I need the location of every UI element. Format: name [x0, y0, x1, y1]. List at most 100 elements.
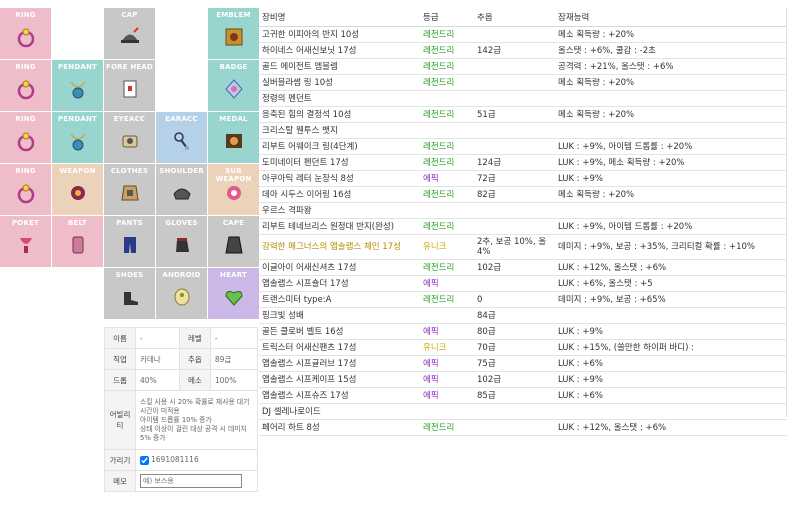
- item-star-force: [474, 403, 555, 420]
- equip-slot-android[interactable]: ANDROID: [156, 268, 208, 320]
- equip-slot-pendant[interactable]: PENDANT: [52, 60, 104, 112]
- equip-slot-gloves[interactable]: GLOVES: [156, 216, 208, 268]
- equip-slot-label: PENDANT: [57, 63, 98, 71]
- hide-checkbox[interactable]: [140, 455, 149, 465]
- ring-icon: [17, 28, 35, 48]
- item-row: 앱솔랩스 시프슈즈 17성 에픽 85급 LUK : +6%: [259, 387, 787, 404]
- equip-slot-shoes[interactable]: SHOES: [104, 268, 156, 320]
- sub-weapon-icon: [227, 186, 241, 200]
- memo-key: 메모: [104, 470, 136, 492]
- equip-slot-clothes[interactable]: CLOTHES: [104, 164, 156, 216]
- item-row: 골든 클로버 벨트 16성 에픽 80급 LUK : +9%: [259, 323, 787, 340]
- item-grade: 에픽: [420, 371, 474, 388]
- equip-slot-label: EMBLEM: [216, 11, 251, 19]
- pants-icon: [124, 237, 136, 253]
- equip-slot-label: GLOVES: [165, 219, 198, 227]
- item-star-force: 142급: [474, 42, 555, 59]
- memo-input[interactable]: [140, 474, 242, 488]
- item-name: 골드 에이전트 엠블렘: [259, 58, 420, 75]
- item-grade: 레전드리: [420, 218, 474, 235]
- item-potential: 올스탯 : +6%, 쿨감 : -2초: [555, 42, 787, 59]
- item-grade: [420, 90, 474, 107]
- eye-accessory-icon: [122, 135, 138, 148]
- item-name: 앱솔랩스 시프글러브 17성: [259, 355, 420, 372]
- item-potential: LUK : +6%, 올스탯 : +5: [555, 275, 787, 292]
- equip-slot-ring[interactable]: RING: [0, 164, 52, 216]
- equip-slot-badge[interactable]: BADGE: [208, 60, 260, 112]
- equip-slot-pants[interactable]: PANTS: [104, 216, 156, 268]
- item-name: 실버블라썸 링 10성: [259, 74, 420, 91]
- name-value: -: [135, 327, 180, 349]
- equip-slot-fore-head[interactable]: FORE HEAD: [104, 60, 156, 112]
- item-star-force: 102급: [474, 259, 555, 276]
- item-star-force: [474, 74, 555, 91]
- equip-slot-earacc[interactable]: EARACC: [156, 112, 208, 164]
- equip-slot-label: EARACC: [165, 115, 198, 123]
- belt-icon: [72, 236, 84, 254]
- item-table-header: 장비명 등급 추옵 잠재능력: [259, 8, 787, 27]
- hide-key: 가리기: [104, 449, 136, 471]
- equip-slot-label: MEDAL: [219, 115, 248, 123]
- item-grade: 유니크: [420, 339, 474, 356]
- item-grade: 에픽: [420, 275, 474, 292]
- item-potential: LUK : +12%, 올스탯 : +6%: [555, 259, 787, 276]
- equip-slot-label: RING: [15, 11, 36, 19]
- col-potential: 잠재능력: [555, 8, 787, 27]
- job-key: 직업: [104, 348, 136, 370]
- shoes-icon: [124, 292, 138, 305]
- item-name: 리부트 어웨이크 링(4단계): [259, 138, 420, 155]
- item-potential: 데미지 : +9%, 보공 : +35%, 크리티컬 확률 : +10%: [555, 234, 787, 260]
- equip-slot-weapon[interactable]: WEAPON: [52, 164, 104, 216]
- cape-icon: [225, 236, 243, 254]
- item-star-force: [474, 275, 555, 292]
- pendant-icon: [70, 81, 86, 99]
- pendant-icon: [70, 133, 86, 151]
- item-name: DJ 셀레나로이드: [259, 403, 420, 420]
- equip-slot-emblem[interactable]: EMBLEM: [208, 8, 260, 60]
- equip-slot-sub-weapon[interactable]: SUB WEAPON: [208, 164, 260, 216]
- equip-slot-shoulder[interactable]: SHOULDER: [156, 164, 208, 216]
- item-name: 앱솔랩스 시프케이프 15성: [259, 371, 420, 388]
- item-name: 우르스 격파왕: [259, 202, 420, 219]
- job-value: 카데나: [135, 348, 180, 370]
- ability-line: 상태 이상이 걸린 대상 공격 시 데미지 5% 증가: [140, 424, 247, 442]
- equip-slot-eyeacc[interactable]: EYEACC: [104, 112, 156, 164]
- item-potential: [555, 307, 787, 324]
- item-potential: [555, 403, 787, 420]
- ability-value: 스킬 사용 시 20% 확률로 재사용 대기시간이 미적용 아이템 드롭률 10…: [135, 390, 258, 450]
- heart-icon: [225, 291, 243, 306]
- equip-slot-ring[interactable]: RING: [0, 60, 52, 112]
- item-star-force: 82급: [474, 186, 555, 203]
- col-item-name: 장비명: [259, 8, 420, 27]
- equip-slot-cap[interactable]: CAP: [104, 8, 156, 60]
- item-grade: 레전드리: [420, 154, 474, 171]
- item-grade: 레전드리: [420, 291, 474, 308]
- equip-slot-label: RING: [15, 167, 36, 175]
- equip-slot-cape[interactable]: CAPE: [208, 216, 260, 268]
- item-grade: 레전드리: [420, 58, 474, 75]
- equip-slot-ring[interactable]: RING: [0, 8, 52, 60]
- equip-slot-belt[interactable]: BELT: [52, 216, 104, 268]
- item-potential: 메소 획득량 : +20%: [555, 106, 787, 123]
- item-row: 리부트 어웨이크 링(4단계) 레전드리 LUK : +9%, 아이템 드롭률 : …: [259, 138, 787, 155]
- equip-slot-poket[interactable]: POKET: [0, 216, 52, 268]
- item-row: 응축된 힘의 결정석 10성 레전드리 51급 메소 획득량 : +20%: [259, 106, 787, 123]
- equip-slot-medal[interactable]: MEDAL: [208, 112, 260, 164]
- equip-slot-pendant[interactable]: PENDANT: [52, 112, 104, 164]
- character-info-table: 이름 - 레벨 - 직업 카데나 추옵 89급 드롭 40% 메소 100% 어…: [104, 327, 259, 492]
- item-row: 실버블라썸 링 10성 레전드리 메소 획득량 : +20%: [259, 74, 787, 91]
- ring-icon: [17, 80, 35, 100]
- item-grade: 에픽: [420, 170, 474, 187]
- item-row: 트릭스터 어새신팬츠 17성 유니크 70급 LUK : +15%, (쓸만한 하이퍼…: [259, 339, 787, 356]
- item-star-force: 75급: [474, 355, 555, 372]
- equip-slot-heart[interactable]: HEART: [208, 268, 260, 320]
- item-grade: [420, 307, 474, 324]
- gloves-icon: [176, 238, 189, 252]
- medal-icon: [226, 134, 242, 148]
- item-potential: [555, 202, 787, 219]
- equip-slot-ring[interactable]: RING: [0, 112, 52, 164]
- ability-key: 어빌리티: [104, 390, 136, 450]
- item-row: 앱솔랩스 시프숄더 17성 에픽 LUK : +6%, 올스탯 : +5: [259, 275, 787, 292]
- item-star-force: [474, 138, 555, 155]
- item-star-force: [474, 58, 555, 75]
